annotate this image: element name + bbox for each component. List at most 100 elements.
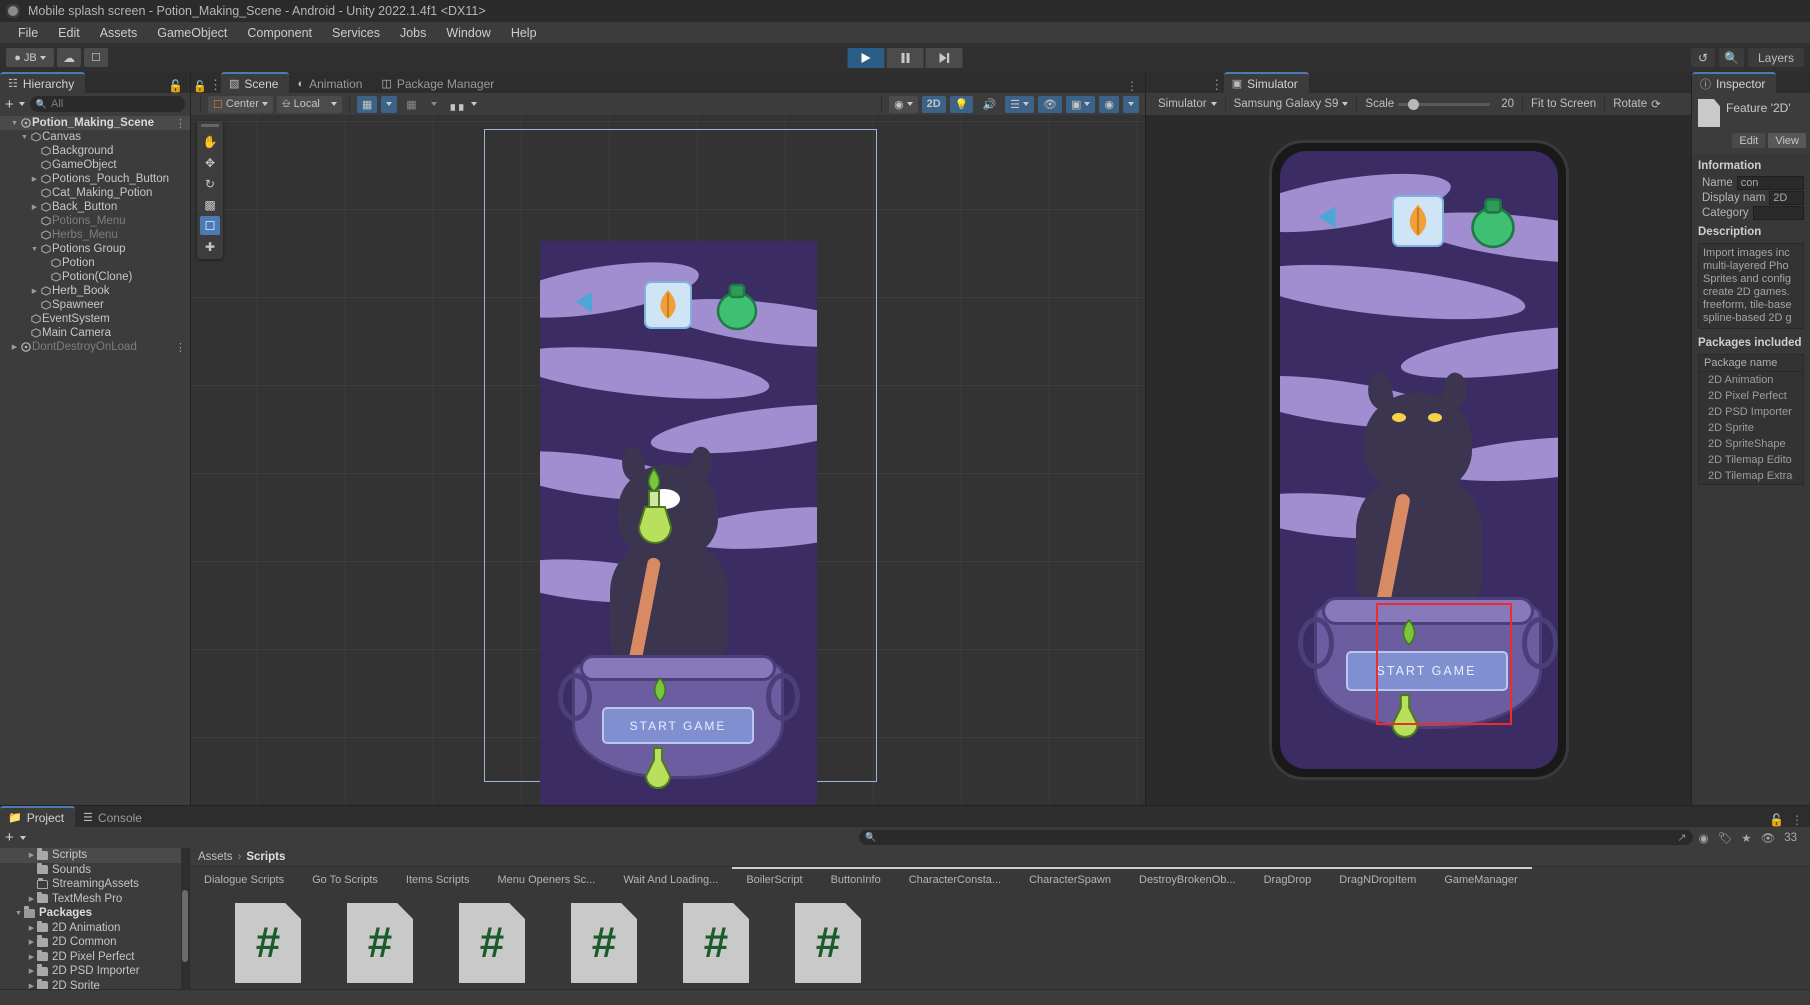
device-dropdown[interactable]: Samsung Galaxy S9 bbox=[1226, 95, 1357, 113]
inspector-field-value[interactable] bbox=[1753, 206, 1804, 220]
tab-hierarchy[interactable]: ☷ Hierarchy bbox=[0, 72, 85, 93]
simulator-view[interactable]: START GAME bbox=[1146, 115, 1691, 805]
project-tree-item[interactable]: ▶2D Common bbox=[0, 935, 189, 950]
hierarchy-item[interactable]: Potion(Clone) bbox=[0, 270, 190, 284]
chevron-down-icon[interactable]: ▼ bbox=[30, 246, 39, 253]
project-tree-scrollbar[interactable] bbox=[181, 848, 189, 989]
transform-tool-icon[interactable]: ✚ bbox=[200, 237, 220, 256]
project-subtab[interactable]: ButtonInfo bbox=[817, 867, 895, 891]
hierarchy-item[interactable]: Spawneer bbox=[0, 298, 190, 312]
hierarchy-item[interactable]: ▶Herb_Book bbox=[0, 284, 190, 298]
project-subtab[interactable]: CharacterConsta... bbox=[895, 867, 1015, 891]
menu-assets[interactable]: Assets bbox=[90, 24, 148, 42]
palette-drag-handle[interactable] bbox=[201, 124, 219, 127]
rotate-button[interactable]: Rotate ⟳ bbox=[1605, 95, 1669, 113]
lock-icon[interactable]: 🔓 bbox=[168, 79, 183, 93]
tab-scene[interactable]: ▧ Scene bbox=[221, 72, 289, 93]
hierarchy-item[interactable]: Potions_Menu bbox=[0, 214, 190, 228]
account-button[interactable]: ● JB bbox=[6, 48, 54, 67]
snap-increment-button[interactable]: ▦ bbox=[401, 96, 421, 113]
audio-toggle[interactable]: 🔊 bbox=[977, 96, 1001, 113]
effects-button[interactable]: ☰ bbox=[1005, 96, 1034, 113]
view-button[interactable]: View bbox=[1768, 133, 1806, 148]
hierarchy-item[interactable]: Potion bbox=[0, 256, 190, 270]
hierarchy-item[interactable]: ▼Canvas bbox=[0, 130, 190, 144]
project-tree-item[interactable]: ▶2D PSD Importer bbox=[0, 964, 189, 979]
hierarchy-item[interactable]: EventSystem bbox=[0, 312, 190, 326]
grid-snapping-button[interactable]: ▦ bbox=[357, 96, 377, 113]
hand-tool-icon[interactable]: ✋ bbox=[200, 132, 220, 151]
scale-slider-knob[interactable] bbox=[1408, 99, 1419, 110]
scene-view[interactable]: ✋ ✥ ↻ ▩ ☐ ✚ bbox=[191, 115, 1145, 805]
kebab-menu-icon[interactable]: ⋮ bbox=[1126, 79, 1138, 93]
kebab-menu-icon[interactable]: ⋮ bbox=[175, 117, 186, 130]
asset-grid[interactable]: #HerbSpawner#Inventory#Music#RandomObjec… bbox=[190, 891, 1810, 989]
chevron-right-icon[interactable]: ▶ bbox=[30, 175, 39, 183]
favorite-star-icon[interactable]: ★ bbox=[1741, 831, 1751, 845]
shading-mode-dropdown[interactable]: ◉ bbox=[889, 96, 918, 113]
asset-card[interactable]: #Spawner bbox=[772, 903, 884, 989]
asset-card[interactable]: #ShopManager bbox=[660, 903, 772, 989]
gizmos-button[interactable]: ◉ bbox=[1099, 96, 1119, 113]
project-tree-scroll-thumb[interactable] bbox=[182, 890, 188, 962]
kebab-menu-icon[interactable]: ⋮ bbox=[175, 341, 186, 354]
inspector-field-value[interactable]: 2D bbox=[1769, 191, 1804, 205]
asset-card[interactable]: #HerbSpawner bbox=[212, 903, 324, 989]
hierarchy-item[interactable]: ▶Potions_Pouch_Button bbox=[0, 172, 190, 186]
device-screen[interactable]: START GAME bbox=[1280, 151, 1558, 769]
camera-settings-button[interactable]: ▣ bbox=[1066, 96, 1095, 113]
hierarchy-item[interactable]: ▼Potions Group bbox=[0, 242, 190, 256]
project-tree-item[interactable]: StreamingAssets bbox=[0, 877, 189, 892]
project-tree-item[interactable]: ▼Packages bbox=[0, 906, 189, 921]
edit-button[interactable]: Edit bbox=[1732, 133, 1765, 148]
back-arrow-icon[interactable] bbox=[1314, 203, 1342, 231]
2d-mode-toggle[interactable]: 2D bbox=[922, 96, 946, 113]
project-subfolder-tabs[interactable]: Dialogue ScriptsGo To ScriptsItems Scrip… bbox=[190, 867, 1810, 891]
asset-card[interactable]: #RandomObjectSp... bbox=[548, 903, 660, 989]
chevron-right-icon[interactable]: ▶ bbox=[26, 938, 37, 946]
tab-inspector[interactable]: ⓘ Inspector bbox=[1692, 72, 1776, 93]
potion-pouch-icon[interactable] bbox=[1466, 193, 1520, 252]
project-tree-item[interactable]: ▶2D Animation bbox=[0, 921, 189, 936]
asset-card[interactable]: #Inventory bbox=[324, 903, 436, 989]
project-tree-item[interactable]: ▶Scripts bbox=[0, 848, 189, 863]
hidden-eye-icon[interactable]: 👁 bbox=[1761, 831, 1776, 845]
project-tree-item[interactable]: Sounds bbox=[0, 863, 189, 878]
kebab-menu-icon[interactable]: ⋮ bbox=[1210, 77, 1224, 93]
breadcrumb-scripts[interactable]: Scripts bbox=[246, 851, 285, 863]
chevron-right-icon[interactable]: ▶ bbox=[26, 851, 37, 859]
scene-lighting-toggle[interactable]: 💡 bbox=[950, 96, 974, 113]
project-subtab[interactable]: Menu Openers Sc... bbox=[484, 867, 610, 891]
cloud-button[interactable]: ☁ bbox=[57, 48, 81, 67]
menu-jobs[interactable]: Jobs bbox=[390, 24, 436, 42]
pause-button[interactable] bbox=[887, 48, 924, 68]
project-subtab[interactable]: Wait And Loading... bbox=[609, 867, 732, 891]
asset-card[interactable]: #Music bbox=[436, 903, 548, 989]
hierarchy-item[interactable]: Cat_Making_Potion bbox=[0, 186, 190, 200]
menu-edit[interactable]: Edit bbox=[48, 24, 90, 42]
chevron-right-icon[interactable]: ▶ bbox=[26, 924, 37, 932]
asset-type-filter-icon[interactable]: ◉ bbox=[1699, 831, 1709, 845]
lock-icon[interactable]: 🔓 bbox=[1769, 813, 1784, 827]
hierarchy-search-input[interactable]: 🔍 All bbox=[30, 96, 185, 112]
step-button[interactable] bbox=[926, 48, 963, 68]
scale-control[interactable]: Scale 20 bbox=[1357, 95, 1522, 113]
hierarchy-item[interactable]: Main Camera bbox=[0, 326, 190, 340]
project-subtab[interactable]: Dialogue Scripts bbox=[190, 867, 298, 891]
project-tree-item[interactable]: ▶2D Pixel Perfect bbox=[0, 950, 189, 965]
play-button[interactable] bbox=[848, 48, 885, 68]
hierarchy-item[interactable]: ▼Potion_Making_Scene⋮ bbox=[0, 116, 190, 130]
project-folder-tree[interactable]: ▶ScriptsSoundsStreamingAssets▶TextMesh P… bbox=[0, 848, 190, 989]
move-tool-icon[interactable]: ✥ bbox=[200, 153, 220, 172]
project-tree-item[interactable]: ▶2D Sprite bbox=[0, 979, 189, 990]
label-filter-icon[interactable]: 🏷 bbox=[1718, 831, 1733, 845]
collab-button[interactable]: ☐ bbox=[84, 48, 108, 67]
start-game-button-art[interactable]: START GAME bbox=[602, 707, 754, 744]
hierarchy-item[interactable]: Background bbox=[0, 144, 190, 158]
chevron-right-icon[interactable]: ▶ bbox=[30, 203, 39, 211]
scale-slider[interactable] bbox=[1398, 103, 1490, 106]
project-subtab[interactable]: DragDrop bbox=[1250, 867, 1326, 891]
simulator-mode-dropdown[interactable]: Simulator bbox=[1150, 95, 1225, 113]
space-dropdown[interactable]: ⎒ Local bbox=[277, 96, 342, 113]
chevron-right-icon[interactable]: ▶ bbox=[10, 343, 19, 351]
